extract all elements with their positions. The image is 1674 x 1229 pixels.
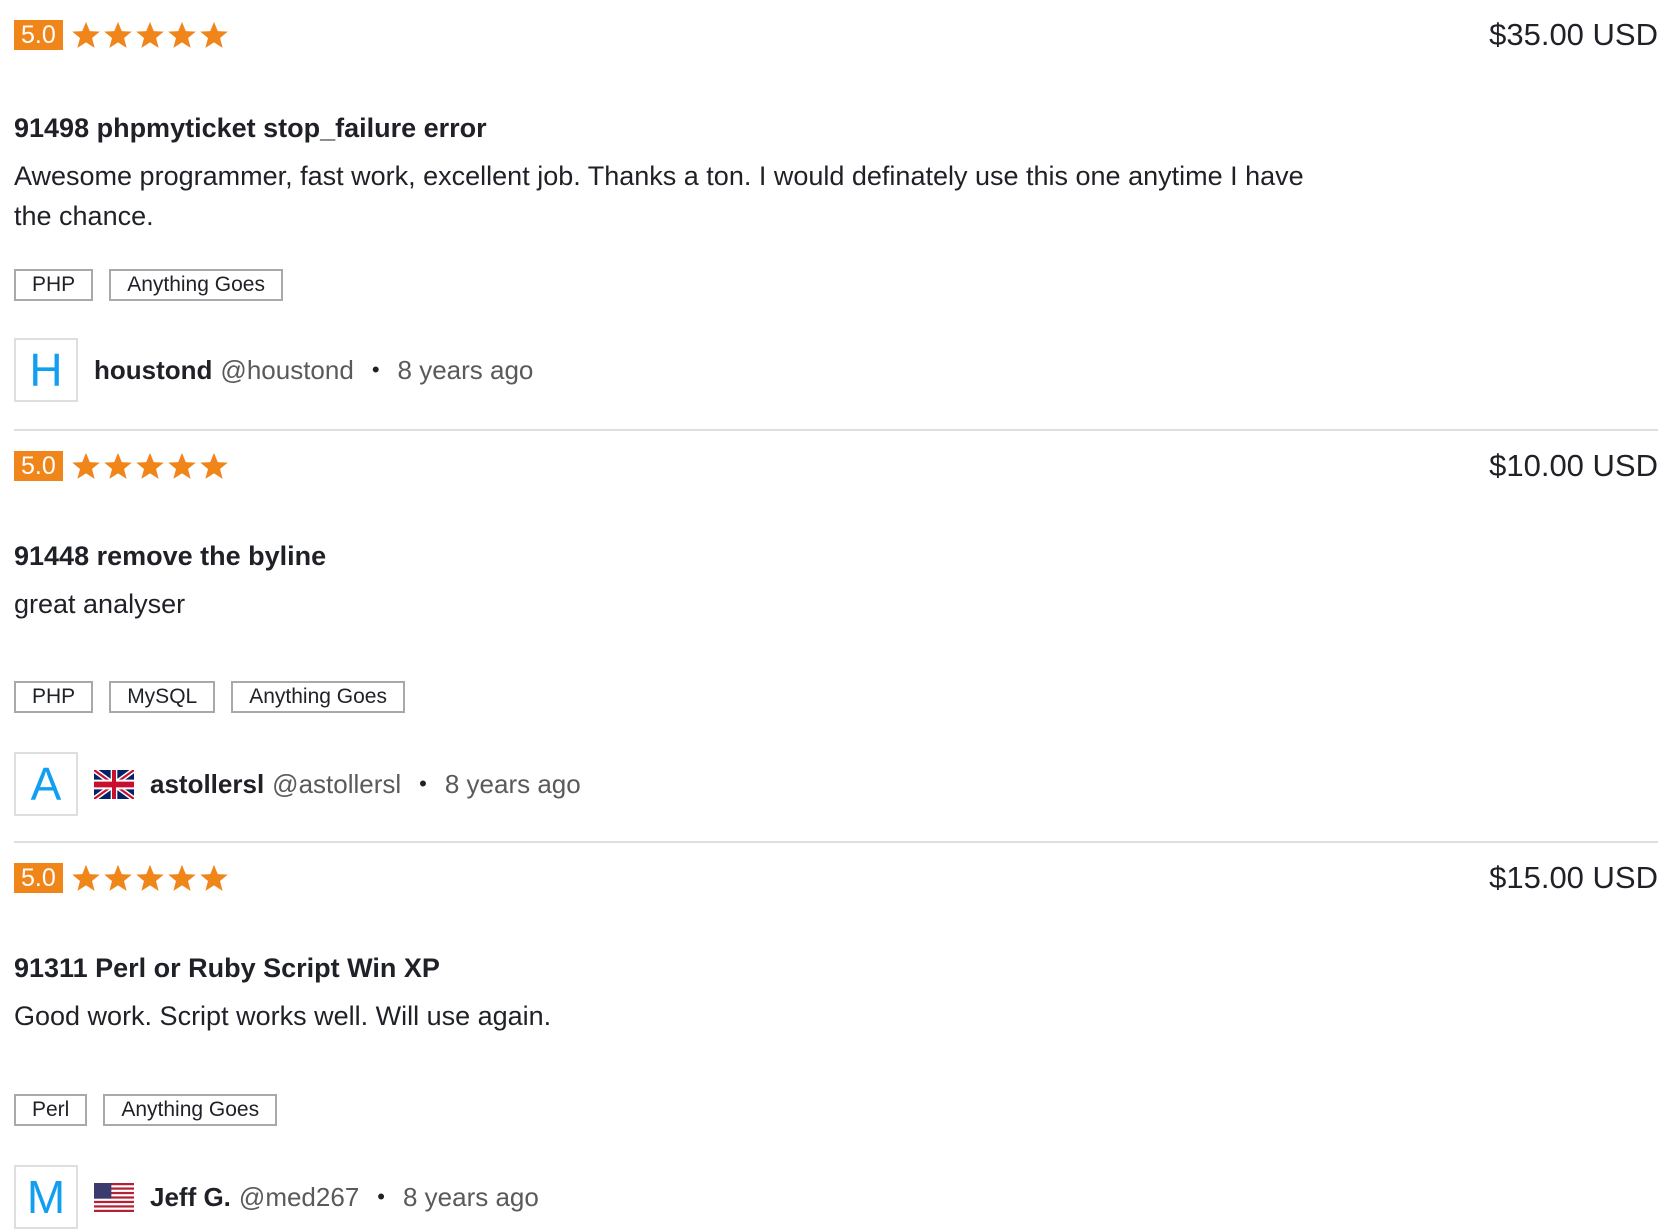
uk-flag-icon — [94, 769, 134, 799]
star-icon — [104, 864, 132, 891]
review-card: 5.0 $15.00 USD 91311 Perl or Ruby Script… — [14, 843, 1658, 1229]
skill-tag[interactable]: Anything Goes — [109, 269, 283, 301]
star-icon — [72, 864, 100, 891]
review-time: 8 years ago — [397, 354, 534, 385]
star-icon — [104, 452, 132, 479]
project-title: 91311 Perl or Ruby Script Win XP — [14, 953, 440, 983]
reviewer-handle: @astollersl — [272, 768, 402, 799]
star-rating — [71, 863, 231, 893]
star-icon — [200, 452, 228, 479]
project-price: $10.00 USD — [1489, 448, 1658, 483]
review-text: great analyser — [14, 589, 186, 619]
star-icon — [200, 864, 228, 891]
project-price: $35.00 USD — [1489, 17, 1658, 52]
star-rating — [71, 451, 231, 481]
skill-tag[interactable]: Perl — [14, 1094, 88, 1126]
star-icon — [136, 21, 164, 48]
review-time: 8 years ago — [402, 1181, 539, 1212]
reviewer-info: H houstond @houstond • 8 years ago — [14, 338, 533, 402]
star-icon — [200, 21, 228, 48]
star-icon — [72, 452, 100, 479]
reviewer-info: M Jeff G. @med267 • 8 years ago — [14, 1165, 539, 1229]
skill-tags: Perl Anything Goes — [14, 1094, 293, 1126]
skill-tag[interactable]: PHP — [14, 269, 94, 301]
project-price: $15.00 USD — [1489, 860, 1658, 895]
avatar[interactable]: A — [14, 752, 78, 816]
star-icon — [104, 21, 132, 48]
skill-tag[interactable]: Anything Goes — [103, 1094, 278, 1126]
project-title: 91498 phpmyticket stop_failure error — [14, 113, 487, 143]
review-time: 8 years ago — [444, 768, 581, 799]
skill-tag[interactable]: MySQL — [109, 681, 216, 713]
separator-dot: • — [371, 357, 380, 382]
project-title: 91448 remove the byline — [14, 541, 327, 571]
rating-row: 5.0 — [14, 20, 231, 50]
star-icon — [136, 864, 164, 891]
avatar[interactable]: H — [14, 338, 78, 402]
avatar[interactable]: M — [14, 1165, 78, 1229]
star-icon — [168, 452, 196, 479]
reviewer-info: A astollersl @astollersl • 8 years ago — [14, 752, 581, 816]
reviewer-handle: @med267 — [238, 1181, 360, 1212]
reviewer-name[interactable]: astollersl — [150, 769, 264, 800]
star-icon — [136, 452, 164, 479]
us-flag-icon — [94, 1182, 134, 1212]
star-rating — [71, 20, 231, 50]
rating-badge: 5.0 — [14, 863, 63, 893]
review-card: 5.0 $10.00 USD 91448 remove the byline g… — [14, 431, 1658, 843]
rating-badge: 5.0 — [14, 20, 63, 50]
review-text: Awesome programmer, fast work, excellent… — [14, 161, 1304, 231]
separator-dot: • — [377, 1184, 385, 1209]
star-icon — [72, 21, 100, 48]
reviewer-name[interactable]: houstond — [94, 355, 212, 386]
rating-row: 5.0 — [14, 451, 231, 481]
star-icon — [168, 864, 196, 891]
review-card: 5.0 $35.00 USD 91498 phpmyticket stop_fa… — [14, 0, 1658, 431]
star-icon — [168, 21, 196, 48]
rating-row: 5.0 — [14, 863, 231, 893]
skill-tag[interactable]: PHP — [14, 681, 94, 713]
skill-tag[interactable]: Anything Goes — [231, 681, 405, 713]
skill-tags: PHP MySQL Anything Goes — [14, 681, 421, 713]
rating-badge: 5.0 — [14, 451, 63, 481]
reviewer-name[interactable]: Jeff G. — [150, 1182, 231, 1213]
separator-dot: • — [419, 771, 427, 796]
reviews-list: 5.0 $35.00 USD 91498 phpmyticket stop_fa… — [14, 0, 1658, 1229]
reviewer-handle: @houstond — [220, 354, 354, 385]
skill-tags: PHP Anything Goes — [14, 269, 299, 301]
review-text: Good work. Script works well. Will use a… — [14, 1001, 552, 1031]
